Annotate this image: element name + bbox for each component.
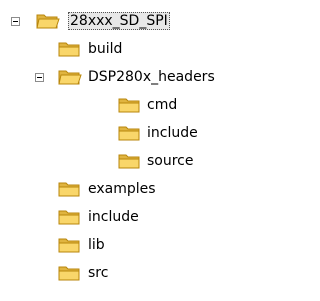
tree-node-label[interactable]: build — [86, 40, 124, 58]
tree-node-label[interactable]: include — [86, 208, 141, 226]
tree-node-label[interactable]: cmd — [145, 96, 179, 114]
tree-node-build[interactable]: build — [0, 38, 278, 60]
tree-node-label[interactable]: DSP280x_headers — [86, 68, 217, 86]
tree-node-label[interactable]: src — [86, 264, 110, 282]
tree-node-label[interactable]: examples — [86, 180, 158, 198]
folder-icon — [118, 154, 140, 169]
folder-open-icon — [36, 14, 60, 29]
tree-node-include-headers[interactable]: include — [0, 122, 278, 144]
folder-tree: 28xxx_SD_SPI build DSP280x_headers cmd i… — [0, 0, 278, 301]
tree-node-src[interactable]: src — [0, 262, 278, 284]
tree-node-label[interactable]: 28xxx_SD_SPI — [68, 12, 170, 30]
folder-icon — [58, 266, 80, 281]
tree-node-28xxx-sd-spi[interactable]: 28xxx_SD_SPI — [0, 10, 278, 32]
tree-node-label[interactable]: source — [145, 152, 196, 170]
folder-icon — [118, 98, 140, 113]
folder-icon — [58, 42, 80, 57]
tree-node-examples[interactable]: examples — [0, 178, 278, 200]
tree-node-label[interactable]: lib — [86, 236, 107, 254]
collapse-icon[interactable] — [35, 73, 44, 82]
folder-icon — [58, 238, 80, 253]
folder-icon — [58, 210, 80, 225]
tree-node-cmd[interactable]: cmd — [0, 94, 278, 116]
folder-icon — [58, 182, 80, 197]
tree-node-include[interactable]: include — [0, 206, 278, 228]
folder-icon — [118, 126, 140, 141]
tree-node-source[interactable]: source — [0, 150, 278, 172]
folder-open-icon — [58, 70, 82, 85]
tree-node-lib[interactable]: lib — [0, 234, 278, 256]
tree-node-dsp280x-headers[interactable]: DSP280x_headers — [0, 66, 278, 88]
collapse-icon[interactable] — [11, 17, 20, 26]
tree-node-label[interactable]: include — [145, 124, 200, 142]
